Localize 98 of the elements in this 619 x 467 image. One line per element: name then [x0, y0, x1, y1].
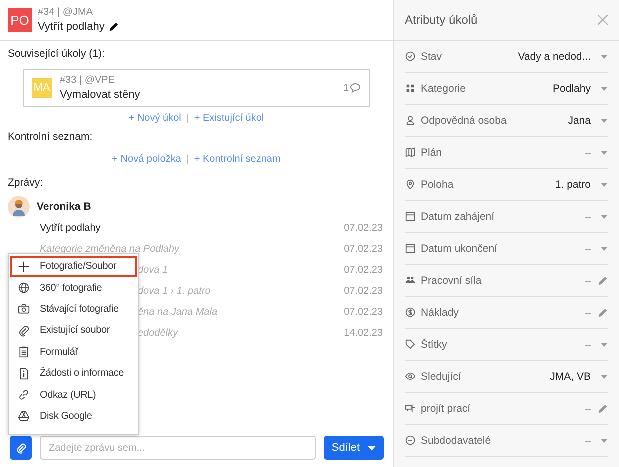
menu-item[interactable]: Stávající fotografie [10, 298, 137, 320]
panel-title: Atributy úkolů [405, 13, 478, 27]
message-date: 07.02.23 [344, 286, 383, 297]
caret-icon[interactable] [601, 150, 608, 154]
calendar-icon [405, 211, 416, 222]
author-name: Veronika B [37, 201, 92, 213]
menu-item[interactable]: Fotografie/Soubor [10, 256, 137, 278]
eye-icon [405, 371, 416, 382]
attribute-value[interactable]: – [585, 306, 591, 318]
attribute-label: Datum zahájení [421, 210, 495, 222]
caret-icon[interactable] [601, 214, 608, 218]
section-heading: Zprávy: [8, 177, 44, 190]
caret-icon [368, 446, 376, 450]
paperclip-icon [18, 324, 30, 337]
activity-text: dova 1 [138, 265, 168, 276]
caret-icon[interactable] [601, 374, 608, 378]
link-icon [18, 389, 30, 402]
document-info-icon [18, 368, 30, 380]
calendar-icon [405, 243, 416, 254]
attribute-label: projít prací [421, 402, 471, 414]
attribute-value[interactable]: Jana [568, 114, 591, 126]
person-icon [405, 115, 416, 126]
menu-item[interactable]: Formulář [10, 342, 137, 363]
attribute-label: Stav [421, 50, 442, 62]
pencil-icon[interactable] [108, 22, 119, 32]
message-date: 07.02.23 [344, 265, 383, 276]
minus-circle-icon [405, 435, 416, 446]
task-avatar: MA [32, 78, 52, 98]
caret-icon[interactable] [601, 182, 608, 186]
menu-item[interactable]: Disk Google [10, 406, 137, 428]
caret-icon[interactable] [601, 54, 608, 58]
task-meta: #34 | @JMA [38, 7, 94, 18]
attribute-label: Pracovní síla [421, 274, 482, 286]
activity-text: ěna na Jana Mala [138, 307, 218, 318]
caret-icon[interactable] [601, 342, 608, 346]
attribute-label: Poloha [421, 178, 454, 190]
caret-icon[interactable] [601, 438, 608, 442]
attribute-label: Kategorie [421, 82, 466, 94]
close-icon[interactable] [598, 15, 608, 25]
menu-item[interactable]: Žádosti o informace [10, 362, 137, 384]
section-heading: Související úkoly (1): [8, 48, 106, 61]
attribute-value[interactable]: – [585, 338, 591, 350]
user-avatar [8, 196, 30, 218]
map-icon [405, 147, 416, 158]
caret-icon[interactable] [601, 246, 608, 250]
clipboard-icon [18, 346, 30, 358]
message-field[interactable]: Zadejte zprávu sem... [40, 436, 316, 460]
activity-text: dova 1 › 1. patro [138, 286, 211, 297]
section-heading: Kontrolní seznam: [8, 131, 94, 144]
attribute-value[interactable]: 1. patro [555, 178, 591, 190]
comment-icon [350, 83, 361, 93]
attribute-label: Štítky [421, 338, 448, 350]
triangle-drive-icon [18, 410, 30, 422]
paperclip-icon [16, 442, 26, 454]
attribute-label: Sledující [421, 370, 462, 382]
attribute-label: Datum ukončení [421, 242, 498, 254]
attach-button[interactable] [10, 436, 32, 460]
comment-count: 1 [343, 82, 349, 94]
attribute-value[interactable]: – [585, 402, 591, 414]
grid-icon [405, 83, 416, 94]
message-date: 07.02.23 [344, 307, 383, 318]
people-icon [405, 275, 416, 286]
tag-icon [405, 339, 416, 350]
check-circle-icon [405, 51, 416, 62]
attribute-label: Odpovědná osoba [421, 114, 507, 126]
attribute-value[interactable]: – [585, 434, 591, 446]
message-date: 14.02.23 [344, 328, 383, 339]
activity-text: edodělky [138, 328, 178, 339]
attribute-value[interactable]: Vady a nedod... [518, 50, 591, 62]
menu-item[interactable]: 360° fotografie [10, 277, 137, 299]
camera-icon [18, 303, 30, 316]
message-date: 07.02.23 [344, 244, 383, 255]
plus-icon [18, 260, 30, 273]
caret-icon[interactable] [601, 118, 608, 122]
message-date: 07.02.23 [344, 223, 383, 234]
task-title: Vytřít podlahy [38, 21, 105, 33]
dollar-icon [405, 307, 416, 318]
attribute-value[interactable]: JMA, VB [550, 370, 591, 382]
activity-text: Kategorie změněna na Podlahy [40, 244, 180, 255]
menu-item[interactable]: Odkaz (URL) [10, 384, 137, 406]
location-pin-icon [405, 179, 416, 190]
board-icon [405, 403, 416, 414]
task-avatar: PO [8, 8, 32, 32]
attribute-value[interactable]: – [585, 242, 591, 254]
share-button[interactable]: Sdílet [324, 436, 384, 460]
attribute-value[interactable]: – [585, 210, 591, 222]
attribute-label: Plán [421, 146, 442, 158]
task-meta: #33 | @VPE [60, 75, 116, 86]
task-title: Vymalovat stěny [60, 89, 140, 101]
attribute-value[interactable]: – [585, 274, 591, 286]
attribute-value[interactable]: Podlahy [553, 82, 591, 94]
globe-icon [18, 282, 30, 294]
attribute-value[interactable]: – [585, 146, 591, 158]
message-text: Vytřít podlahy [40, 223, 101, 234]
caret-icon[interactable] [601, 86, 608, 90]
menu-item[interactable]: Existující soubor [10, 320, 137, 342]
attribute-label: Subdodavatelé [421, 434, 492, 446]
attribute-label: Náklady [421, 306, 459, 318]
